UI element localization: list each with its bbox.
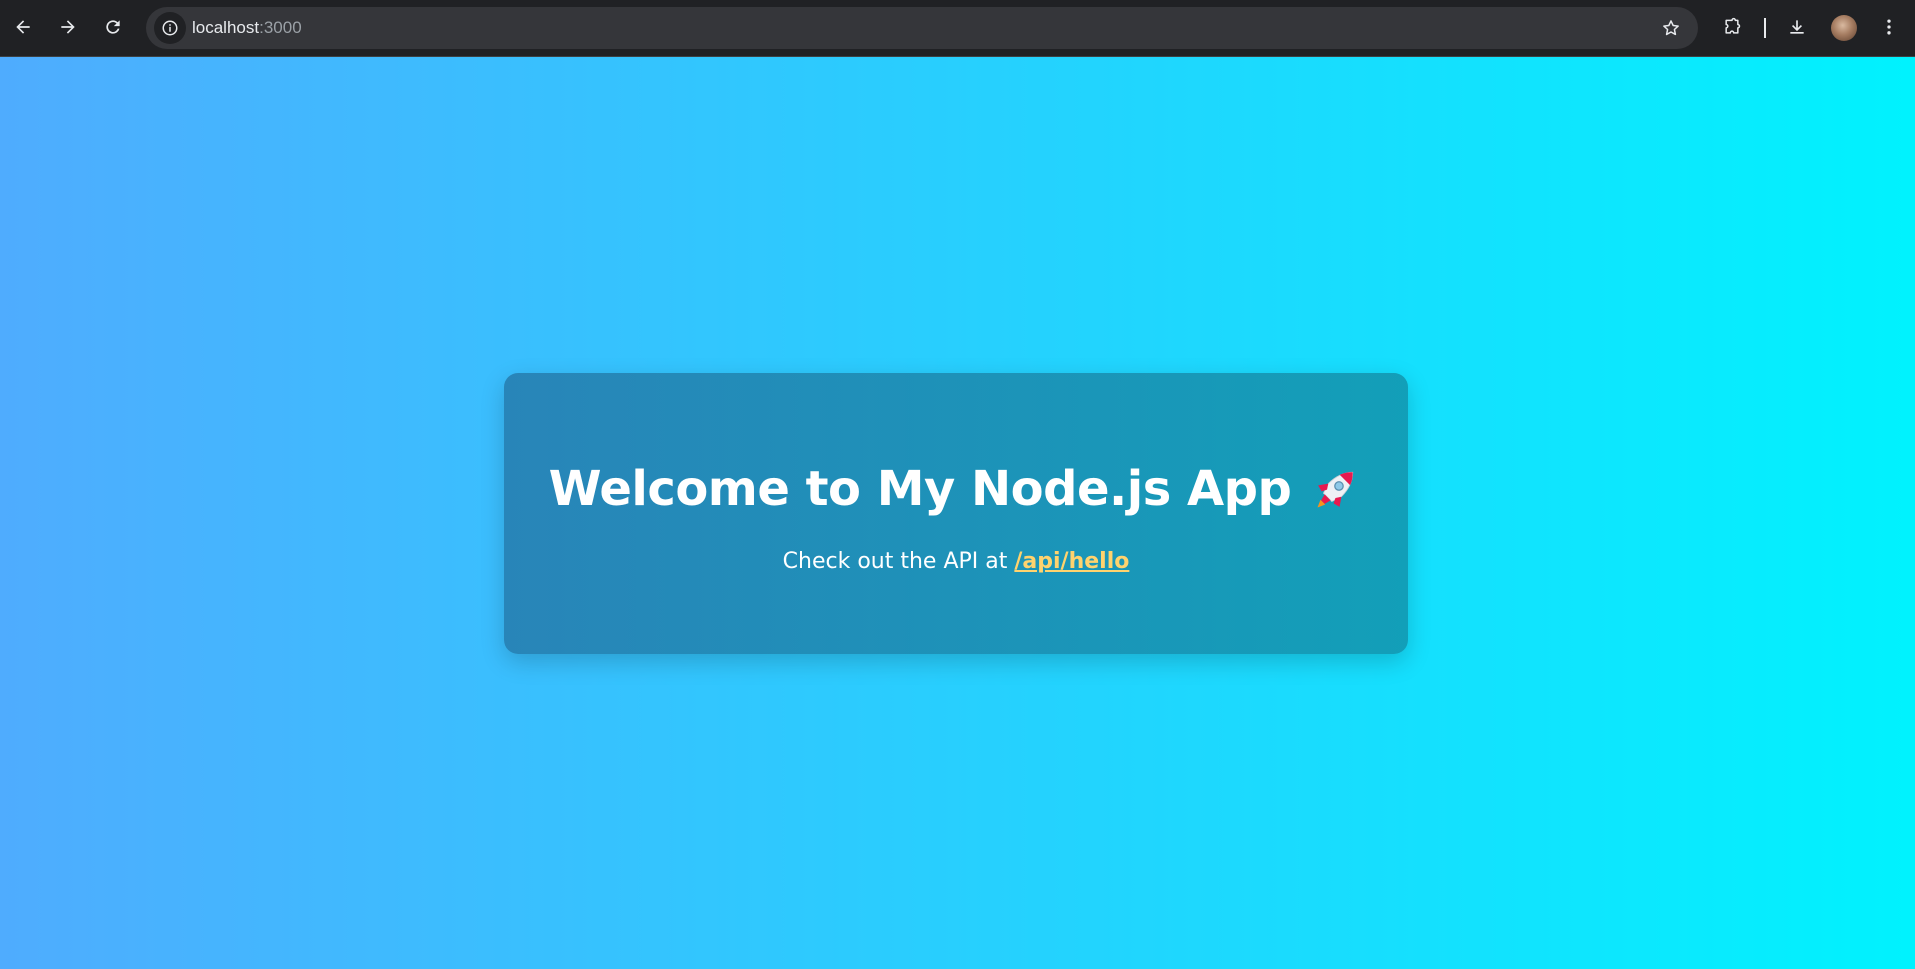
address-bar[interactable]: localhost:3000: [146, 7, 1698, 49]
browser-toolbar: localhost:3000: [0, 0, 1915, 57]
toolbar-divider: [1764, 18, 1766, 38]
url-host: localhost: [192, 18, 260, 37]
download-icon: [1790, 20, 1804, 34]
page-title: Welcome to My Node.js App: [504, 461, 1408, 517]
reload-button[interactable]: [97, 11, 129, 43]
rocket-icon: [1317, 471, 1354, 508]
arrow-left-icon: [16, 20, 30, 34]
browser-menu-button[interactable]: [1873, 11, 1905, 43]
api-hint: Check out the API at /api/hello: [504, 549, 1408, 574]
kebab-menu-icon: [1887, 19, 1891, 35]
profile-avatar[interactable]: [1831, 15, 1857, 41]
reload-icon: [106, 20, 120, 34]
welcome-card: Welcome to My Node.js App Check out the …: [504, 373, 1408, 654]
star-icon: [1663, 20, 1679, 36]
forward-button[interactable]: [52, 11, 84, 43]
title-text: Welcome to My Node.js App: [548, 461, 1292, 517]
url-port: :3000: [259, 18, 302, 37]
api-hello-link[interactable]: /api/hello: [1014, 549, 1129, 574]
puzzle-icon: [1725, 17, 1741, 34]
extensions-button[interactable]: [1716, 11, 1748, 43]
info-icon: [162, 20, 178, 36]
bookmark-button[interactable]: [1656, 13, 1686, 43]
downloads-button[interactable]: [1781, 11, 1813, 43]
api-hint-text: Check out the API at: [782, 549, 1008, 574]
url-text[interactable]: localhost:3000: [192, 7, 302, 49]
arrow-right-icon: [61, 20, 75, 34]
page-viewport: Welcome to My Node.js App Check out the …: [0, 57, 1915, 969]
site-info-button[interactable]: [154, 12, 186, 44]
back-button[interactable]: [7, 11, 39, 43]
